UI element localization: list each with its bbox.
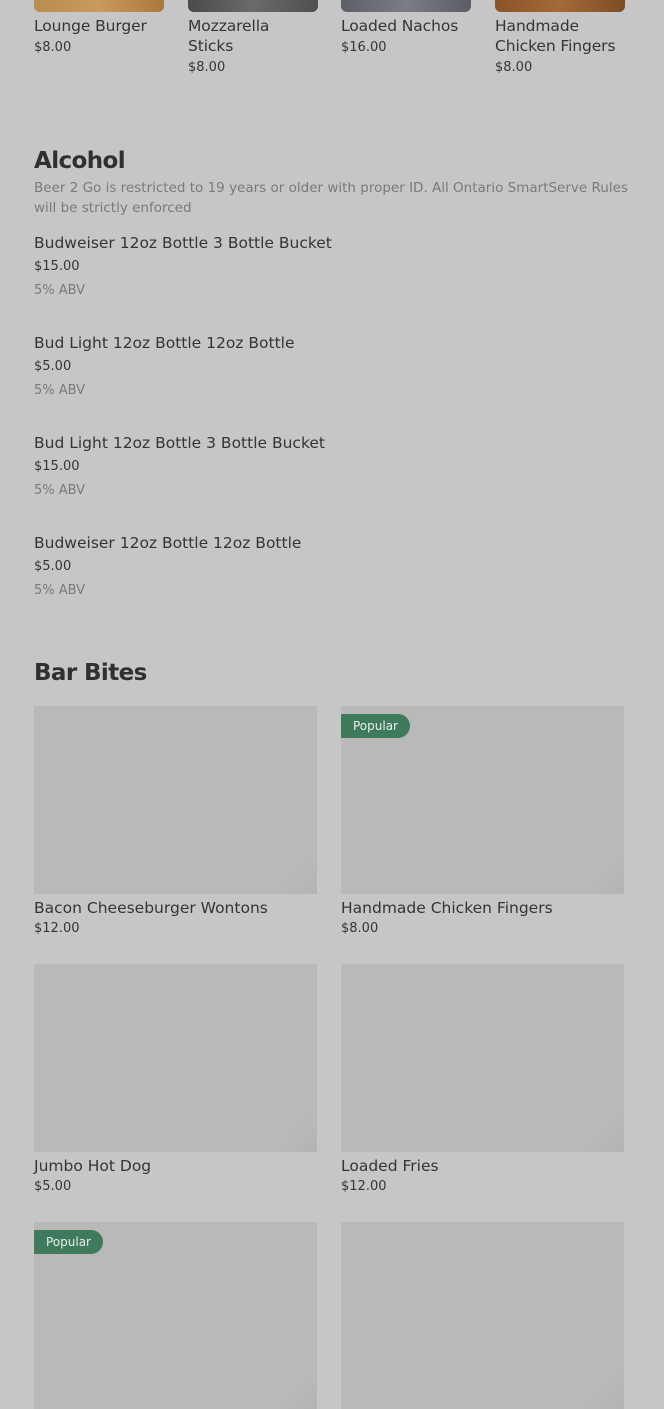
carousel-item[interactable]: Mozzarella Sticks $8.00 [188,0,318,78]
item-price: $8.00 [495,60,533,75]
menu-item[interactable]: Bud Light 12oz Bottle 3 Bottle Bucket $1… [34,433,624,501]
item-price: $5.00 [34,359,72,374]
item-thumbnail [341,0,471,12]
menu-item-card[interactable]: Jumbo Hot Dog $5.00 [34,964,317,1196]
item-name: Bud Light 12oz Bottle 3 Bottle Bucket [34,434,325,452]
featured-carousel: Lounge Burger $8.00 Mozzarella Sticks $8… [34,0,625,90]
menu-item[interactable]: Bud Light 12oz Bottle 12oz Bottle $5.00 … [34,333,624,401]
menu-item-card[interactable]: Loaded Fries $12.00 [341,964,624,1196]
item-name: Budweiser 12oz Bottle 3 Bottle Bucket [34,234,332,252]
item-price: $15.00 [34,459,80,474]
item-price: $16.00 [341,40,387,55]
item-name: Jumbo Hot Dog [34,1157,152,1175]
item-name: Handmade Chicken Fingers [341,899,553,917]
item-image: Popular [34,1222,317,1409]
item-image [34,706,317,894]
carousel-item[interactable]: Loaded Nachos $16.00 [341,0,471,58]
item-thumbnail [495,0,625,12]
item-price: $15.00 [34,259,80,274]
item-name: Bacon Cheeseburger Wontons [34,899,268,917]
item-price: $8.00 [341,921,379,936]
item-name: Loaded Fries [341,1157,439,1175]
item-abv: 5% ABV [34,283,86,298]
menu-page: Lounge Burger $8.00 Mozzarella Sticks $8… [0,0,664,1409]
carousel-item[interactable]: Lounge Burger $8.00 [34,0,164,58]
menu-item-card[interactable]: Bacon Cheeseburger Wontons $12.00 [34,706,317,938]
item-price: $12.00 [34,921,80,936]
item-name: Mozzarella Sticks [188,17,270,55]
item-thumbnail [34,0,164,12]
item-image: Popular [341,706,624,894]
item-price: $12.00 [341,1179,387,1194]
item-image [341,964,624,1152]
menu-item[interactable]: Budweiser 12oz Bottle 12oz Bottle $5.00 … [34,533,624,601]
menu-item-card[interactable]: Popular [34,1222,317,1409]
item-abv: 5% ABV [34,383,86,398]
section-description: Beer 2 Go is restricted to 19 years or o… [34,180,628,216]
item-price: $5.00 [34,559,72,574]
popular-badge: Popular [341,714,410,738]
item-name: Lounge Burger [34,17,147,35]
menu-item-card[interactable]: Popular Handmade Chicken Fingers $8.00 [341,706,624,938]
menu-item-card[interactable] [341,1222,624,1409]
carousel-item[interactable]: Handmade Chicken Fingers $8.00 [495,0,625,78]
item-price: $8.00 [34,40,72,55]
item-name: Bud Light 12oz Bottle 12oz Bottle [34,334,295,352]
section-title-alcohol: Alcohol [34,148,126,174]
item-abv: 5% ABV [34,483,86,498]
item-name: Budweiser 12oz Bottle 12oz Bottle [34,534,302,552]
item-price: $5.00 [34,1179,72,1194]
popular-badge: Popular [34,1230,103,1254]
item-abv: 5% ABV [34,583,86,598]
item-name: Handmade Chicken Fingers [495,17,616,55]
section-title-bar-bites: Bar Bites [34,660,147,686]
item-image [34,964,317,1152]
item-thumbnail [188,0,318,12]
item-price: $8.00 [188,60,226,75]
menu-item[interactable]: Budweiser 12oz Bottle 3 Bottle Bucket $1… [34,233,624,301]
item-image [341,1222,624,1409]
item-name: Loaded Nachos [341,17,459,35]
